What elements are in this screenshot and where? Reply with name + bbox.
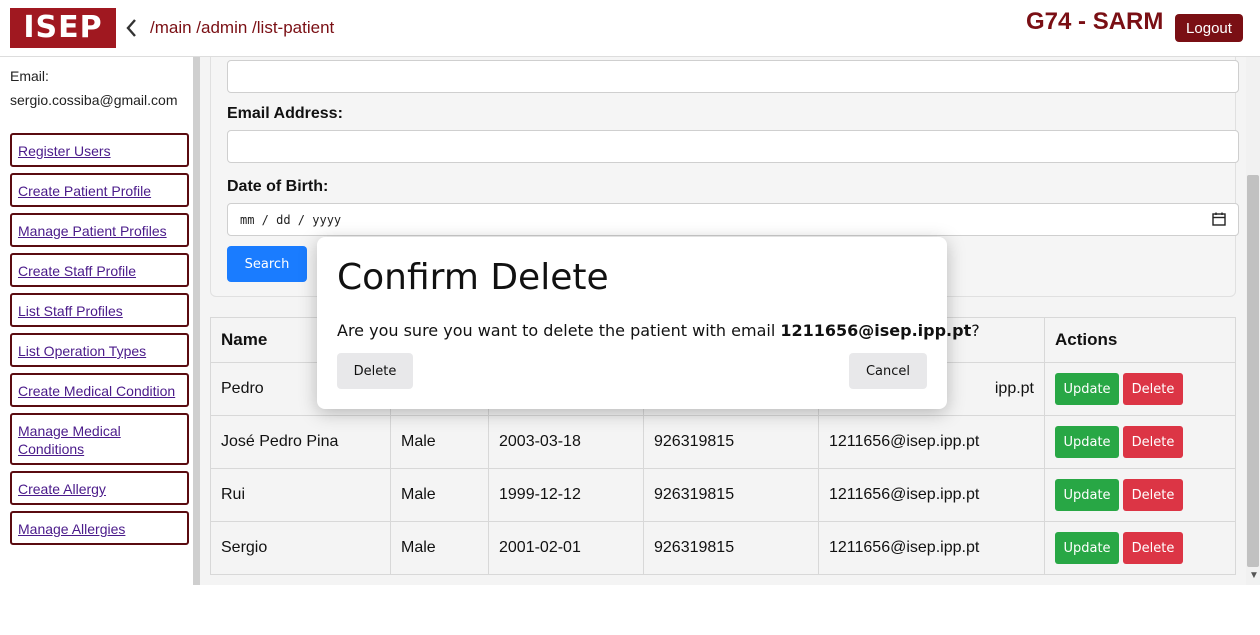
update-button[interactable]: Update [1055,479,1119,511]
table-row: Sergio Male 2001-02-01 926319815 1211656… [210,521,1236,575]
dialog-message: Are you sure you want to delete the pati… [337,321,980,340]
cell-gender: Male [390,415,489,469]
breadcrumb: /main /admin /list-patient [150,18,335,37]
email-address-label: Email Address: [227,105,343,122]
sidebar-item-list-operation-types[interactable]: List Operation Types [10,333,189,367]
cell-gender: Male [390,468,489,522]
cell-email: 1211656@isep.ipp.pt [818,468,1045,522]
confirm-delete-dialog: Confirm Delete Are you sure you want to … [317,237,980,409]
sidebar-item-create-staff-profile[interactable]: Create Staff Profile [10,253,189,287]
cell-actions: Update Delete [1044,362,1236,416]
cell-dob: 2003-03-18 [488,415,644,469]
sidebar-item-list-staff-profiles[interactable]: List Staff Profiles [10,293,189,327]
sidebar-nav: Register Users Create Patient Profile Ma… [10,133,189,551]
sidebar-item-manage-allergies[interactable]: Manage Allergies [10,511,189,545]
date-of-birth-label: Date of Birth: [227,178,329,195]
top-header: ISEP /main /admin /list-patient G74 - SA… [0,0,1260,57]
sidebar-item-create-patient-profile[interactable]: Create Patient Profile [10,173,189,207]
cell-phone: 926319815 [643,468,819,522]
cell-name: Sergio [210,521,391,575]
sidebar: Email: sergio.cossiba@gmail.com Register… [0,57,193,585]
cell-name: Rui [210,468,391,522]
sidebar-divider [193,57,200,585]
scrollbar-thumb[interactable] [1247,175,1259,567]
cell-dob: 2001-02-01 [488,521,644,575]
update-button[interactable]: Update [1055,426,1119,458]
cell-email: 1211656@isep.ipp.pt [818,415,1045,469]
update-button[interactable]: Update [1055,373,1119,405]
sidebar-item-manage-medical-conditions[interactable]: Manage Medical Conditions [10,413,189,465]
cell-phone: 926319815 [643,521,819,575]
cell-gender: Male [390,521,489,575]
previous-field-input[interactable] [227,60,1239,93]
cell-phone: 926319815 [643,415,819,469]
chevron-left-icon[interactable] [124,18,140,38]
logout-button[interactable]: Logout [1175,14,1243,42]
sidebar-item-create-medical-condition[interactable]: Create Medical Condition [10,373,189,407]
update-button[interactable]: Update [1055,532,1119,564]
table-row: José Pedro Pina Male 2003-03-18 92631981… [210,415,1236,469]
delete-button[interactable]: Delete [1123,479,1183,511]
cell-email: 1211656@isep.ipp.pt [818,521,1045,575]
sidebar-item-manage-patient-profiles[interactable]: Manage Patient Profiles [10,213,189,247]
cell-actions: Update Delete [1044,415,1236,469]
scroll-down-arrow-icon[interactable]: ▼ [1249,570,1259,581]
table-row: Rui Male 1999-12-12 926319815 1211656@is… [210,468,1236,522]
delete-button[interactable]: Delete [1123,373,1183,405]
date-of-birth-input[interactable]: mm / dd / yyyy [227,203,1239,236]
dialog-title: Confirm Delete [337,257,609,298]
delete-button[interactable]: Delete [1123,532,1183,564]
cell-name: José Pedro Pina [210,415,391,469]
confirm-delete-button[interactable]: Delete [337,353,413,389]
cancel-button[interactable]: Cancel [849,353,927,389]
col-actions-header: Actions [1044,317,1236,363]
cell-dob: 1999-12-12 [488,468,644,522]
sidebar-email-label: Email: [10,68,49,84]
date-placeholder: mm / dd / yyyy [240,213,342,227]
sidebar-item-create-allergy[interactable]: Create Allergy [10,471,189,505]
dialog-message-email: 1211656@isep.ipp.pt [780,321,972,340]
search-button[interactable]: Search [227,246,307,282]
sidebar-item-register-users[interactable]: Register Users [10,133,189,167]
app-title: G74 - SARM [1026,8,1164,35]
cell-actions: Update Delete [1044,468,1236,522]
email-address-input[interactable] [227,130,1239,163]
sidebar-email-value: sergio.cossiba@gmail.com [10,92,178,108]
dialog-message-text: Are you sure you want to delete the pati… [337,321,781,340]
page-footer-space [0,585,1260,635]
dialog-message-suffix: ? [971,321,980,340]
calendar-icon[interactable] [1212,212,1226,226]
cell-actions: Update Delete [1044,521,1236,575]
isep-logo: ISEP [10,8,116,48]
delete-button[interactable]: Delete [1123,426,1183,458]
